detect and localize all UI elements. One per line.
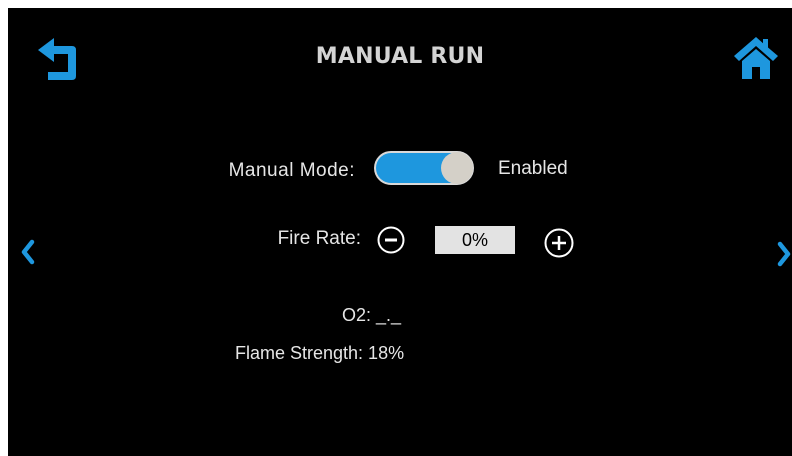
increase-fire-rate-button[interactable] [543,227,575,259]
chevron-right-icon [777,241,791,267]
next-page-button[interactable] [774,240,792,268]
home-icon [734,37,778,79]
decrease-fire-rate-button[interactable] [376,225,406,255]
flame-strength-reading: Flame Strength: 18% [235,343,405,363]
plus-circle-icon [544,228,574,258]
manual-mode-status: Enabled [498,158,568,179]
manual-mode-label: Manual Mode: [228,160,355,181]
page-title: MANUAL RUN [315,44,485,69]
home-button[interactable] [732,34,780,82]
o2-reading: O2: _._ [342,305,402,325]
screen: MANUAL RUN Manual Mode: Enabled Fire Rat… [8,8,792,456]
manual-mode-toggle[interactable] [374,151,474,185]
chevron-left-icon [21,239,35,265]
fire-rate-value: 0% [435,226,515,254]
fire-rate-label: Fire Rate: [277,228,361,249]
toggle-knob [441,152,473,184]
minus-circle-icon [377,226,405,254]
previous-page-button[interactable] [18,238,38,266]
